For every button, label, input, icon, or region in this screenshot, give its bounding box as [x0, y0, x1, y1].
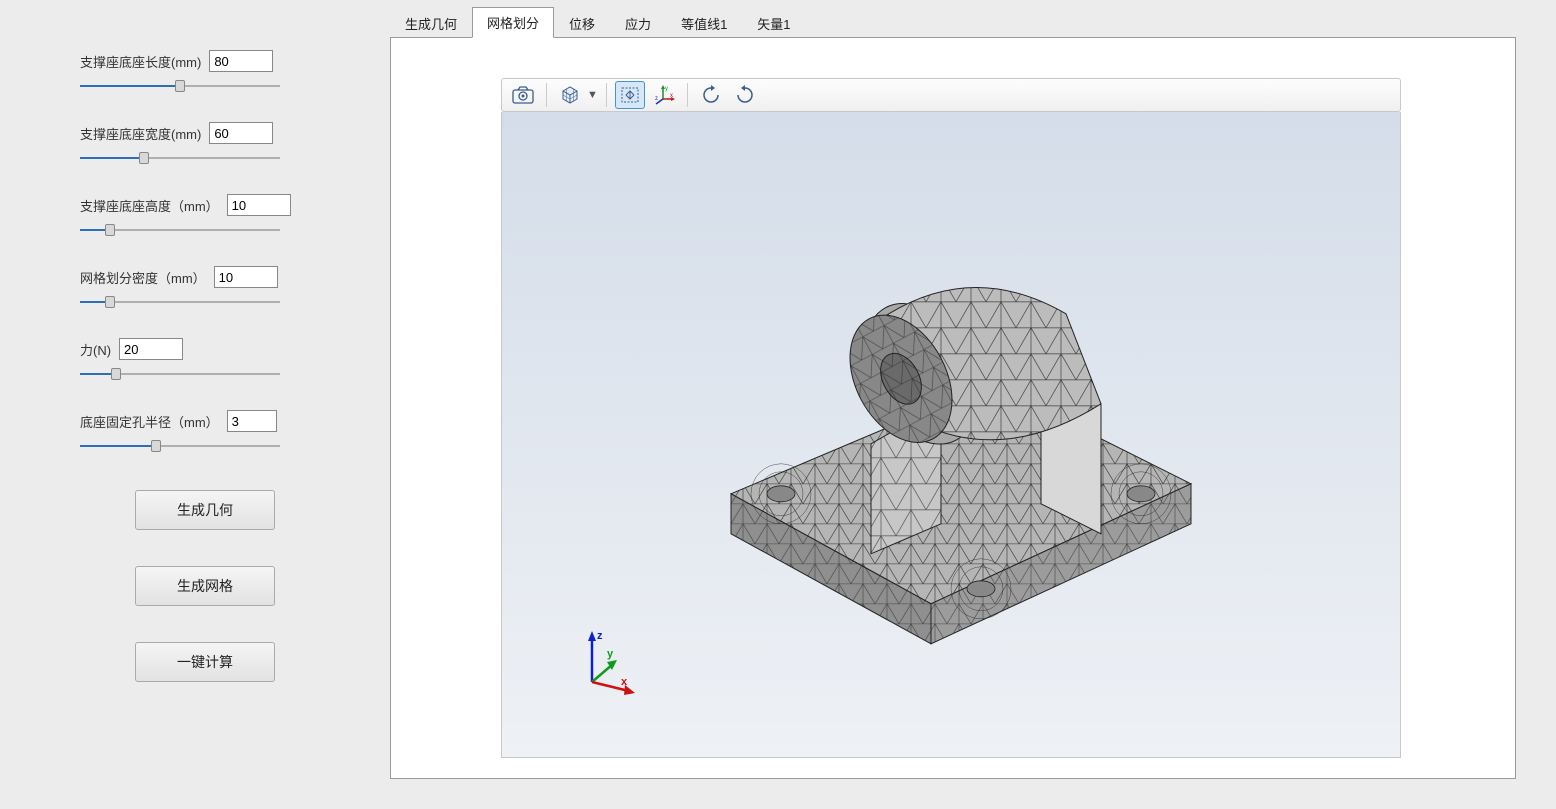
param-group: 支撑座底座长度(mm): [80, 50, 330, 94]
param-slider[interactable]: [80, 438, 280, 454]
param-slider[interactable]: [80, 222, 280, 238]
axis-indicator: z y x: [577, 627, 647, 697]
param-input[interactable]: [119, 338, 183, 360]
tab-bar: 生成几何网格划分位移应力等值线1矢量1: [390, 10, 1516, 38]
param-input[interactable]: [227, 410, 277, 432]
main-area: 生成几何网格划分位移应力等值线1矢量1 ▼: [390, 0, 1556, 809]
tab[interactable]: 位移: [554, 8, 610, 38]
param-input[interactable]: [209, 122, 273, 144]
svg-text:z: z: [597, 630, 603, 642]
generate-geometry-button[interactable]: 生成几何: [135, 490, 275, 530]
svg-text:y: y: [665, 86, 668, 92]
param-label: 底座固定孔半径（mm）: [80, 412, 219, 431]
compute-all-button[interactable]: 一键计算: [135, 642, 275, 682]
param-group: 力(N): [80, 338, 330, 382]
3d-viewport[interactable]: z y x: [501, 112, 1401, 758]
svg-text:y: y: [607, 648, 614, 660]
param-input[interactable]: [214, 266, 278, 288]
mesh-model: [671, 223, 1231, 663]
fit-view-icon[interactable]: [615, 81, 645, 109]
svg-text:x: x: [670, 93, 673, 99]
tab[interactable]: 矢量1: [742, 8, 805, 38]
param-slider[interactable]: [80, 294, 280, 310]
viewport-toolbar: ▼ y x z: [501, 78, 1401, 112]
axes-xyz-icon[interactable]: y x z: [649, 81, 679, 109]
param-group: 网格划分密度（mm）: [80, 266, 330, 310]
rotate-cw-icon[interactable]: [730, 81, 760, 109]
param-input[interactable]: [227, 194, 291, 216]
separator: [546, 83, 547, 107]
cube-view-icon[interactable]: [555, 81, 585, 109]
separator: [687, 83, 688, 107]
tab[interactable]: 应力: [610, 8, 666, 38]
param-group: 底座固定孔半径（mm）: [80, 410, 330, 454]
param-slider[interactable]: [80, 366, 280, 382]
generate-mesh-button[interactable]: 生成网格: [135, 566, 275, 606]
svg-text:x: x: [621, 676, 628, 688]
param-input[interactable]: [209, 50, 273, 72]
param-slider[interactable]: [80, 78, 280, 94]
cube-dropdown-icon[interactable]: ▼: [587, 89, 598, 101]
parameter-sidebar: 支撑座底座长度(mm) 支撑座底座宽度(mm) 支撑座底座高度（mm） 网格: [0, 0, 390, 809]
viewport-frame: ▼ y x z: [390, 38, 1516, 779]
param-label: 力(N): [80, 340, 111, 359]
tab[interactable]: 网格划分: [472, 7, 554, 38]
param-label: 支撑座底座长度(mm): [80, 52, 201, 71]
param-label: 支撑座底座宽度(mm): [80, 124, 201, 143]
tab[interactable]: 生成几何: [390, 8, 472, 38]
param-group: 支撑座底座高度（mm）: [80, 194, 330, 238]
svg-text:z: z: [655, 96, 658, 102]
tab[interactable]: 等值线1: [666, 8, 742, 38]
param-slider[interactable]: [80, 150, 280, 166]
separator: [606, 83, 607, 107]
param-label: 网格划分密度（mm）: [80, 268, 206, 287]
param-group: 支撑座底座宽度(mm): [80, 122, 330, 166]
param-label: 支撑座底座高度（mm）: [80, 196, 219, 215]
rotate-ccw-icon[interactable]: [696, 81, 726, 109]
camera-icon[interactable]: [508, 81, 538, 109]
